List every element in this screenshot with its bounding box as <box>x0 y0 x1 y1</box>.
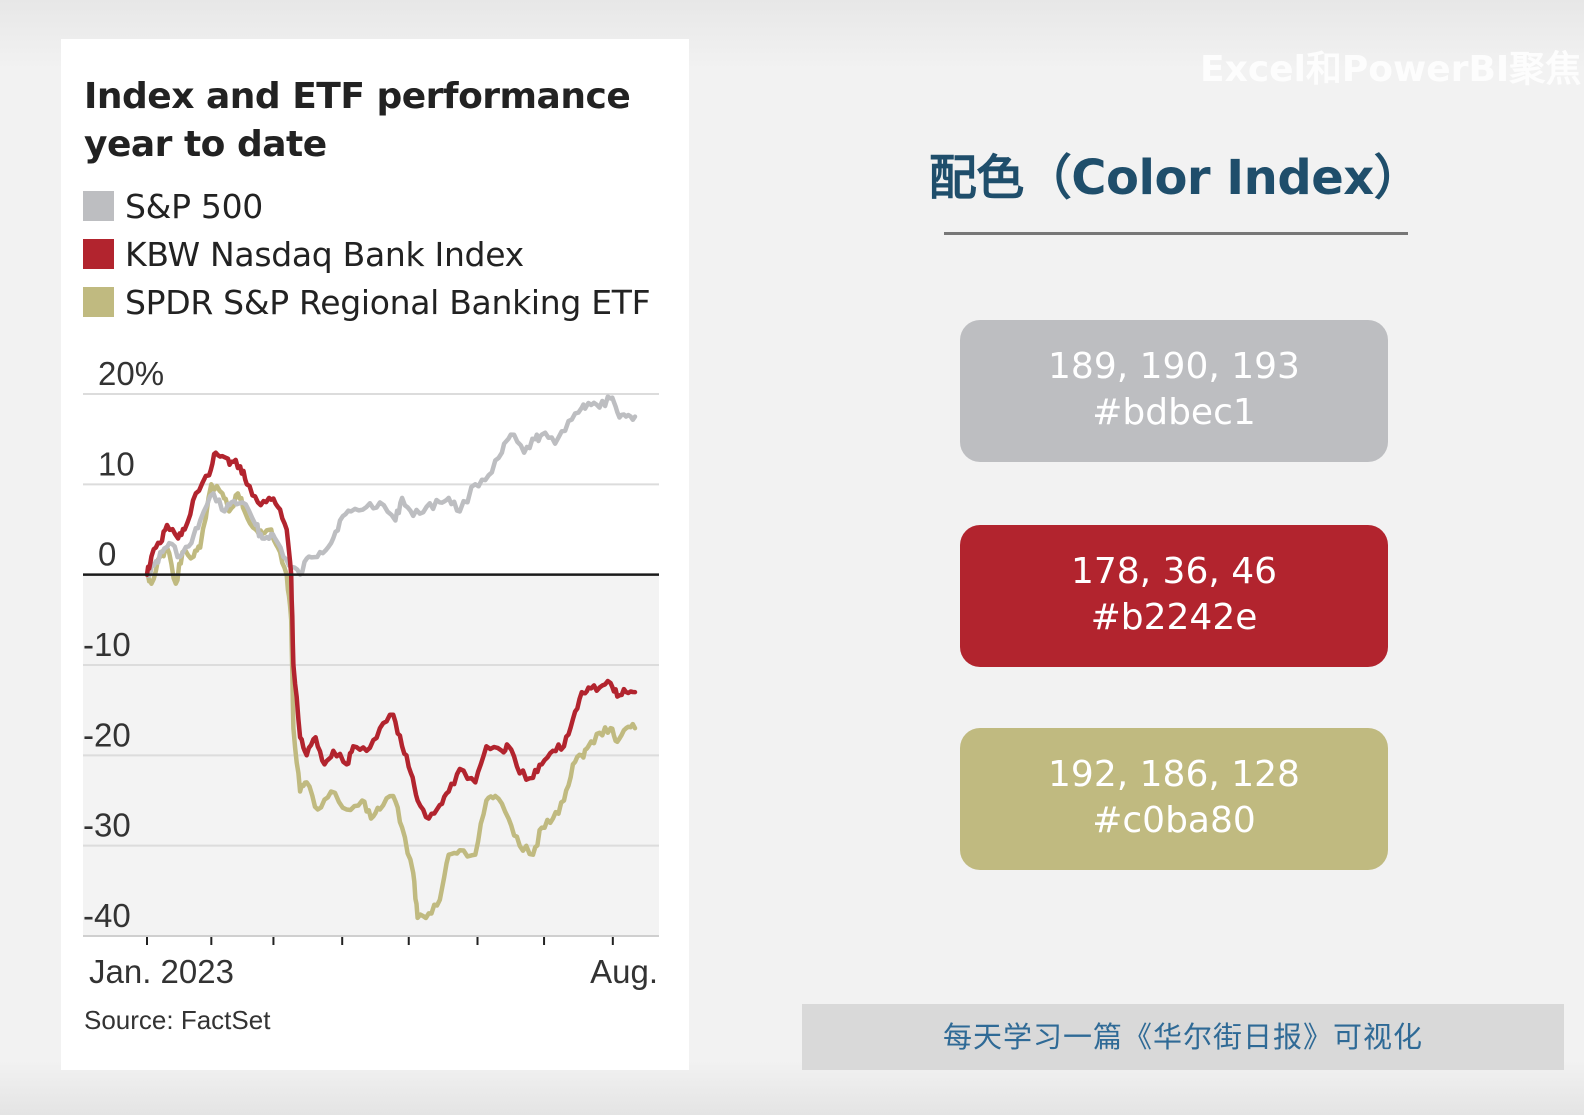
swatch-tan-rgb: 192, 186, 128 <box>1048 754 1300 795</box>
chart-card: Index and ETF performance year to date S… <box>61 39 689 1070</box>
x-tick-label-start: Jan. 2023 <box>89 953 234 990</box>
swatch-tan-hex: #c0ba80 <box>1092 800 1256 841</box>
chart-source: Source: FactSet <box>84 1005 271 1035</box>
swatch-grey-rgb: 189, 190, 193 <box>1048 346 1300 387</box>
y-tick-label: -10 <box>83 626 131 663</box>
y-tick-label: -30 <box>83 807 131 844</box>
swatch-tan: 192, 186, 128 #c0ba80 <box>960 728 1388 870</box>
caption-bar: 每天学习一篇《华尔街日报》可视化 <box>802 1004 1564 1070</box>
palette-divider <box>944 232 1408 235</box>
line-chart: 20% 10 0 -10 -20 -30 -40 Jan. 2023 Aug. <box>83 355 659 990</box>
x-tick-label-end: Aug. <box>590 953 658 990</box>
swatch-red: 178, 36, 46 #b2242e <box>960 525 1388 667</box>
y-tick-label: 10 <box>98 445 135 482</box>
caption-text: 每天学习一篇《华尔街日报》可视化 <box>942 1020 1423 1054</box>
watermark: Excel和PowerBI聚焦 <box>1200 49 1582 90</box>
y-tick-label: 20% <box>98 355 164 392</box>
swatch-red-rgb: 178, 36, 46 <box>1070 551 1278 592</box>
swatch-red-hex: #b2242e <box>1090 597 1258 638</box>
palette-title: 配色（Color Index） <box>928 150 1422 206</box>
y-tick-label: -40 <box>83 897 131 934</box>
series-line-sp500 <box>144 394 638 579</box>
swatch-grey: 189, 190, 193 #bdbec1 <box>960 320 1388 462</box>
y-tick-label: -20 <box>83 716 131 753</box>
swatch-grey-hex: #bdbec1 <box>1092 392 1256 433</box>
y-tick-label: 0 <box>98 536 116 573</box>
